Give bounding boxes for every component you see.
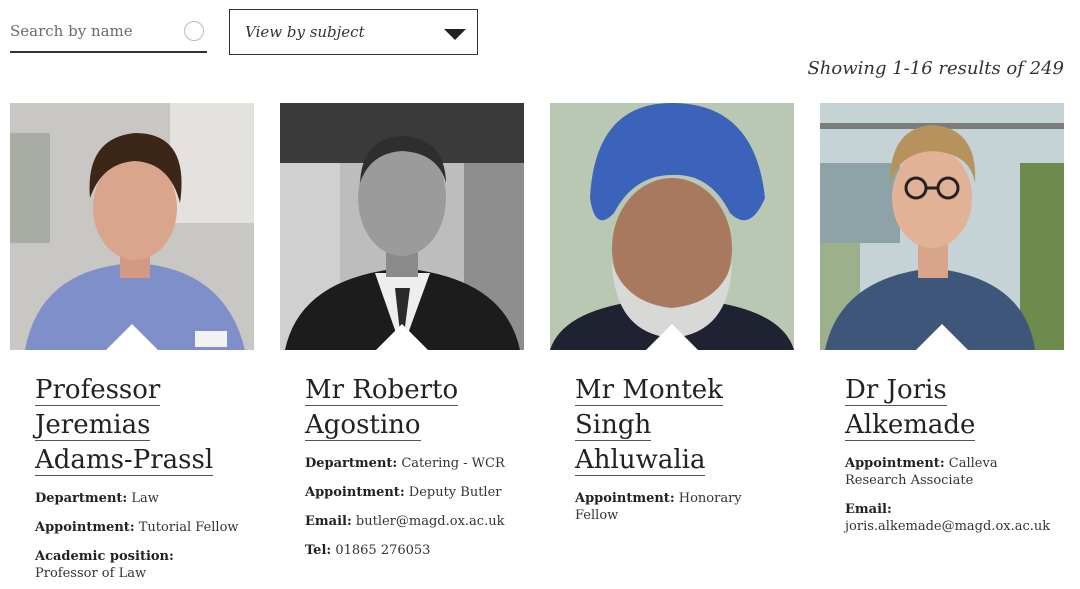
person-name-link[interactable]: Professor Jeremias Adams-Prassl — [35, 373, 245, 478]
search-icon[interactable] — [184, 21, 204, 41]
person-photo[interactable] — [820, 103, 1064, 350]
person-name-link[interactable]: Mr Montek Singh Ahluwalia — [575, 373, 785, 478]
photo-montek — [550, 103, 794, 350]
subject-dropdown-label: View by subject — [245, 23, 365, 41]
detail-row: Appointment: Tutorial Fellow — [35, 520, 239, 535]
person-card — [820, 103, 1064, 350]
subject-dropdown[interactable]: View by subject — [229, 9, 478, 55]
person-photo[interactable] — [10, 103, 254, 350]
detail-row: Department: Catering - WCR — [305, 456, 505, 471]
person-photo[interactable] — [280, 103, 524, 350]
search-input[interactable] — [10, 18, 180, 44]
person-details: Department: Law Appointment: Tutorial Fe… — [35, 490, 240, 589]
person-name-link[interactable]: Mr Roberto Agostino — [305, 373, 515, 443]
results-count: Showing 1-16 results of 249 — [807, 58, 1064, 79]
person-details: Department: Catering - WCR Appointment: … — [305, 455, 510, 571]
person-photo[interactable] — [550, 103, 794, 350]
detail-row: Appointment: Deputy Butler — [305, 485, 502, 500]
person-card — [10, 103, 254, 350]
photo-notch — [106, 324, 158, 350]
person-details: Appointment: Honorary Fellow — [575, 490, 780, 536]
detail-row: Email: butler@magd.ox.ac.uk — [305, 514, 505, 529]
chevron-down-icon — [444, 29, 466, 40]
photo-roberto — [280, 103, 524, 350]
detail-row: Appointment: Honorary Fellow — [575, 491, 742, 523]
detail-row: Tel: 01865 276053 — [305, 543, 431, 558]
photo-notch — [376, 324, 428, 350]
detail-row: Academic position: Professor of Law — [35, 549, 174, 581]
photo-joris — [820, 103, 1064, 350]
person-card — [550, 103, 794, 350]
detail-row: Email: joris.alkemade@magd.ox.ac.uk — [845, 502, 1051, 534]
person-name-link[interactable]: Dr Joris Alkemade — [845, 373, 1055, 443]
photo-notch — [646, 324, 698, 350]
person-card — [280, 103, 524, 350]
photo-notch — [916, 324, 968, 350]
photo-jeremias — [10, 103, 254, 350]
detail-row: Department: Law — [35, 491, 159, 506]
detail-row: Appointment: Calleva Research Associate — [845, 456, 998, 488]
person-details: Appointment: Calleva Research Associate … — [845, 455, 1050, 547]
search-box — [10, 10, 207, 53]
